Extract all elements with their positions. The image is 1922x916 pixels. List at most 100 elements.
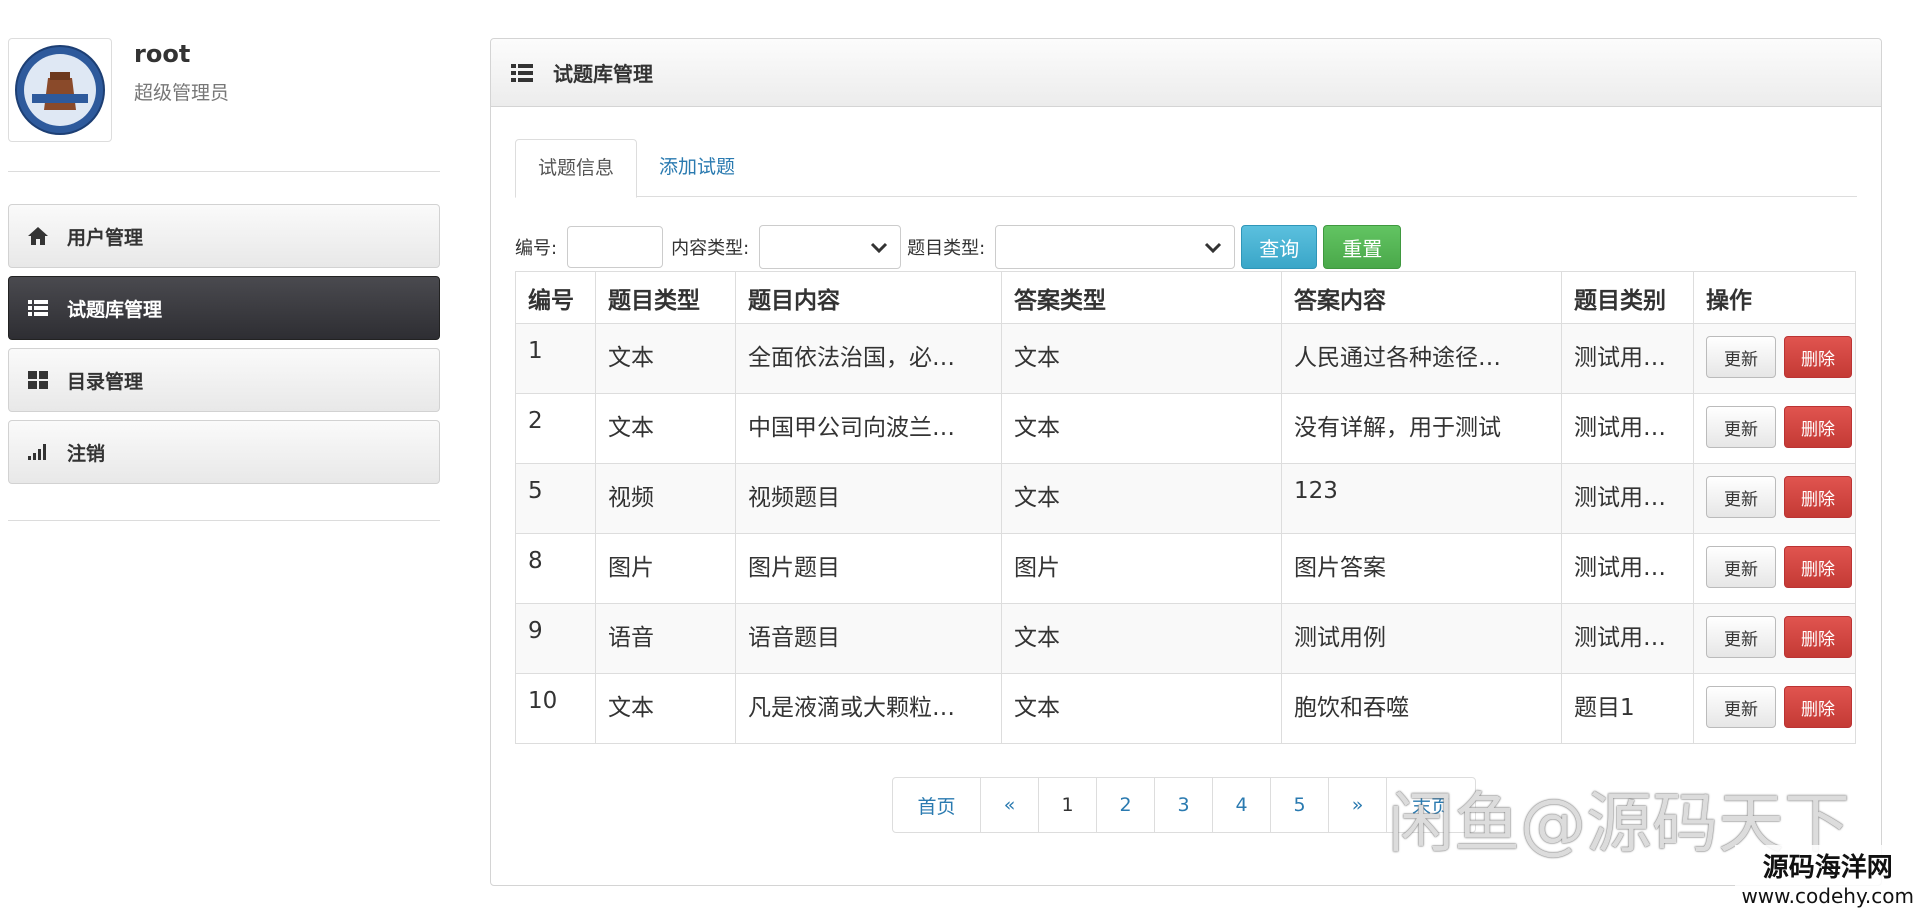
cell-answer-type: 图片 <box>1001 533 1282 604</box>
page-1[interactable]: 1 <box>1039 778 1097 832</box>
cell-actions: 更新 删除 <box>1693 393 1856 464</box>
tab-bar: 试题信息 添加试题 <box>515 139 1857 198</box>
column-header: 编号 <box>515 271 596 324</box>
cell-id: 5 <box>515 463 596 534</box>
page-5[interactable]: 5 <box>1271 778 1329 832</box>
page-last[interactable]: 末页 <box>1387 778 1475 832</box>
site-name: 源码海洋网 <box>1762 853 1893 883</box>
avatar <box>8 38 112 142</box>
table-header-row: 编号 题目类型 题目内容 答案类型 答案内容 题目类别 操作 <box>515 271 1856 324</box>
cell-question-content: 语音题目 <box>735 603 1002 674</box>
divider <box>8 171 440 172</box>
sidebar: root 超级管理员 用户管理 试题库管理 目录管理 注销 <box>8 38 440 521</box>
cell-id: 9 <box>515 603 596 674</box>
cell-question-type: 文本 <box>595 393 736 464</box>
cell-category: 题目1 <box>1561 673 1694 744</box>
page-first[interactable]: 首页 <box>893 778 981 832</box>
delete-button[interactable]: 删除 <box>1784 406 1852 448</box>
panel-title: 试题库管理 <box>553 62 653 86</box>
delete-button[interactable]: 删除 <box>1784 616 1852 658</box>
query-button[interactable]: 查询 <box>1241 225 1318 269</box>
update-button[interactable]: 更新 <box>1706 546 1776 588</box>
update-button[interactable]: 更新 <box>1706 476 1776 518</box>
cell-answer-content: 123 <box>1281 463 1562 534</box>
cell-category: 测试用… <box>1561 533 1694 604</box>
chevron-down-icon <box>870 239 888 260</box>
column-header: 题目类型 <box>595 271 736 324</box>
cell-id: 10 <box>515 673 596 744</box>
delete-button[interactable]: 删除 <box>1784 686 1852 728</box>
cell-answer-type: 文本 <box>1001 673 1282 744</box>
username: root <box>134 40 191 68</box>
cell-actions: 更新 删除 <box>1693 323 1856 394</box>
delete-button[interactable]: 删除 <box>1784 336 1852 378</box>
sidebar-item-logout[interactable]: 注销 <box>8 420 440 484</box>
update-button[interactable]: 更新 <box>1706 616 1776 658</box>
user-role: 超级管理员 <box>134 82 230 104</box>
delete-button[interactable]: 删除 <box>1784 546 1852 588</box>
cell-category: 测试用… <box>1561 463 1694 534</box>
sidebar-menu: 用户管理 试题库管理 目录管理 注销 <box>8 204 440 484</box>
cell-question-content: 全面依法治国，必… <box>735 323 1002 394</box>
column-header: 答案类型 <box>1001 271 1282 324</box>
question-type-select[interactable] <box>995 225 1236 269</box>
column-header: 题目内容 <box>735 271 1002 324</box>
chevron-down-icon <box>1204 239 1222 260</box>
cell-id: 8 <box>515 533 596 604</box>
table-row: 5 视频 视频题目 文本 123 测试用… 更新 删除 <box>515 463 1856 534</box>
column-header: 题目类别 <box>1561 271 1694 324</box>
cell-question-content: 中国甲公司向波兰… <box>735 393 1002 464</box>
school-logo-icon <box>15 45 105 135</box>
sidebar-item-label: 试题库管理 <box>67 298 163 321</box>
content-type-select[interactable] <box>759 225 902 269</box>
tab-question-info[interactable]: 试题信息 <box>515 139 638 198</box>
table-row: 9 语音 语音题目 文本 测试用例 测试用… 更新 删除 <box>515 603 1856 674</box>
sidebar-item-label: 注销 <box>67 442 106 465</box>
cell-answer-content: 测试用例 <box>1281 603 1562 674</box>
cell-id: 1 <box>515 323 596 394</box>
tab-add-question[interactable]: 添加试题 <box>637 139 757 197</box>
user-profile: root 超级管理员 <box>8 38 440 143</box>
update-button[interactable]: 更新 <box>1706 336 1776 378</box>
cell-question-type: 语音 <box>595 603 736 674</box>
cell-question-type: 视频 <box>595 463 736 534</box>
cell-actions: 更新 删除 <box>1693 603 1856 674</box>
site-url: www.codehy.com <box>1741 884 1914 908</box>
table-row: 2 文本 中国甲公司向波兰… 文本 没有详解，用于测试 测试用… 更新 删除 <box>515 393 1856 464</box>
reset-button[interactable]: 重置 <box>1323 225 1402 269</box>
page-next[interactable]: » <box>1329 778 1387 832</box>
page-prev[interactable]: « <box>981 778 1039 832</box>
table-row: 1 文本 全面依法治国，必… 文本 人民通过各种途径… 测试用… 更新 删除 <box>515 323 1856 394</box>
cell-answer-type: 文本 <box>1001 393 1282 464</box>
main-panel: 试题库管理 试题信息 添加试题 编号: 内容类型: 题目类型: 查询 重置 编号… <box>490 38 1882 886</box>
page-2[interactable]: 2 <box>1097 778 1155 832</box>
cell-question-content: 图片题目 <box>735 533 1002 604</box>
id-label: 编号: <box>515 238 558 259</box>
cell-actions: 更新 删除 <box>1693 533 1856 604</box>
sidebar-item-question-bank[interactable]: 试题库管理 <box>8 276 440 340</box>
page-3[interactable]: 3 <box>1155 778 1213 832</box>
page-4[interactable]: 4 <box>1213 778 1271 832</box>
update-button[interactable]: 更新 <box>1706 686 1776 728</box>
cell-answer-type: 文本 <box>1001 323 1282 394</box>
update-button[interactable]: 更新 <box>1706 406 1776 448</box>
sidebar-item-user-management[interactable]: 用户管理 <box>8 204 440 268</box>
id-input[interactable] <box>567 226 664 268</box>
cell-question-type: 文本 <box>595 323 736 394</box>
question-type-label: 题目类型: <box>907 238 986 259</box>
sidebar-item-label: 目录管理 <box>67 370 144 393</box>
panel-heading: 试题库管理 <box>491 39 1881 107</box>
delete-button[interactable]: 删除 <box>1784 476 1852 518</box>
cell-category: 测试用… <box>1561 603 1694 674</box>
cell-question-content: 视频题目 <box>735 463 1002 534</box>
question-table: 编号 题目类型 题目内容 答案类型 答案内容 题目类别 操作 1 文本 全面依法… <box>515 271 1856 744</box>
column-header: 操作 <box>1693 271 1856 324</box>
cell-category: 测试用… <box>1561 393 1694 464</box>
cell-answer-content: 图片答案 <box>1281 533 1562 604</box>
cell-question-type: 图片 <box>595 533 736 604</box>
cell-answer-type: 文本 <box>1001 463 1282 534</box>
grid-icon <box>27 369 49 391</box>
list-icon <box>27 297 49 319</box>
content-type-label: 内容类型: <box>671 238 750 259</box>
sidebar-item-catalog-management[interactable]: 目录管理 <box>8 348 440 412</box>
